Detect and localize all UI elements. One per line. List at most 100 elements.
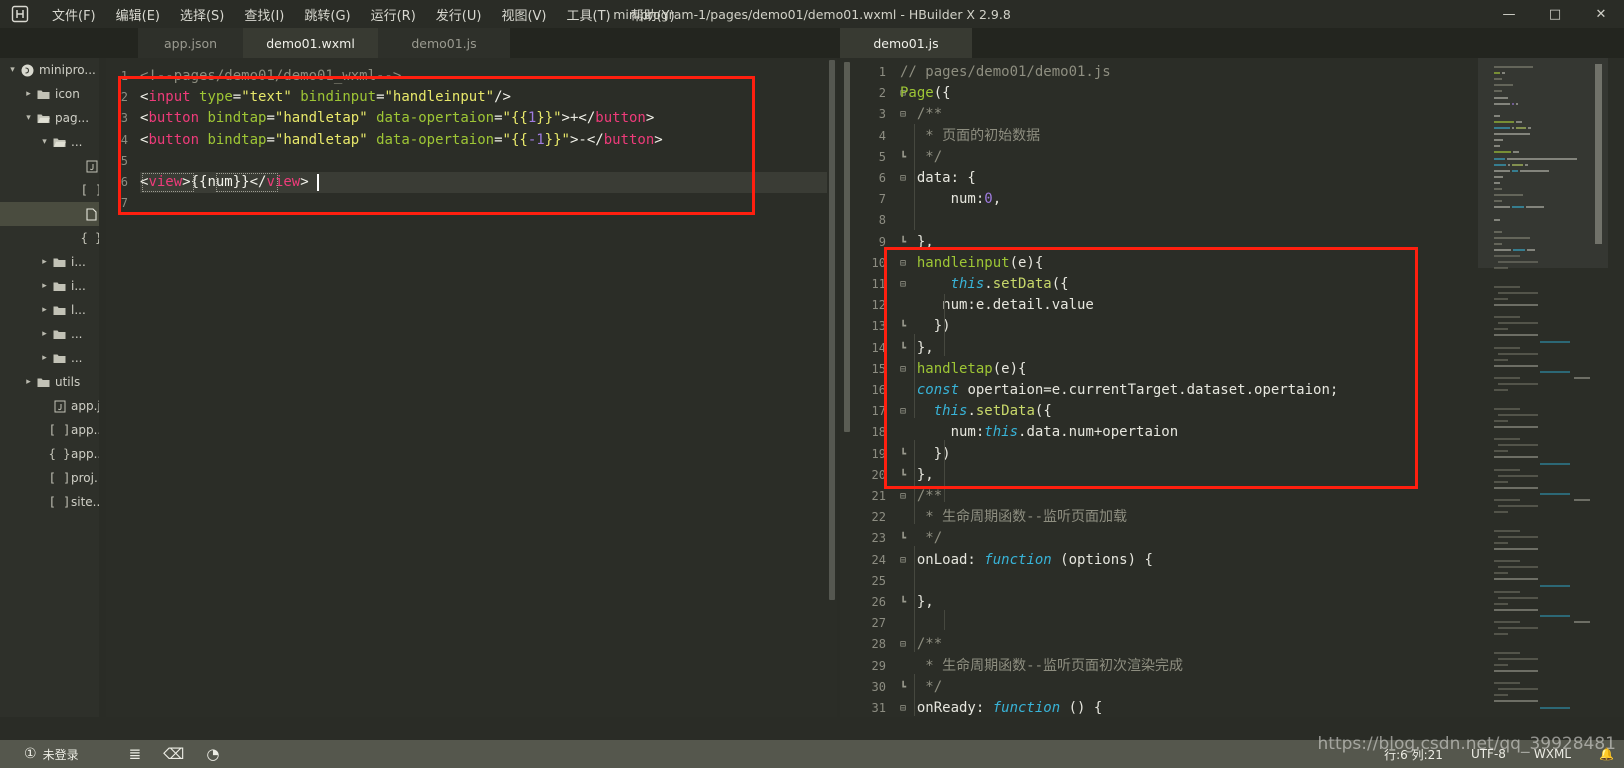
tree-item-app---[interactable]: [ ] app...: [0, 418, 106, 442]
tree-item----[interactable]: ▸...: [0, 322, 106, 346]
tree-item-file-6[interactable]: [0, 202, 106, 226]
tree-item-icon[interactable]: ▸ icon: [0, 82, 106, 106]
chevron-right-icon[interactable]: ▸: [22, 89, 35, 99]
menu-item-3[interactable]: 查找(I): [234, 1, 294, 28]
tree-item-i---[interactable]: ▸ i...: [0, 250, 106, 274]
tree-item-i---[interactable]: ▸ i...: [0, 274, 106, 298]
code-token: =: [376, 89, 385, 106]
code-token: 0: [984, 191, 993, 208]
scrollbar-right[interactable]: [842, 58, 852, 717]
minimap-scrollbar[interactable]: [1595, 64, 1602, 244]
tree-item-app---[interactable]: { } app...: [0, 442, 106, 466]
line-number: 18: [871, 425, 886, 440]
menu-bar[interactable]: 文件(F) 编辑(E) 选择(S) 查找(I) 跳转(G) 运行(R) 发行(U) 视图(V)…: [42, 1, 685, 28]
line-number: 11: [871, 277, 886, 291]
code-line[interactable]: <!--pages/demo01/demo01_wxml-->: [140, 66, 833, 87]
minimap[interactable]: [1478, 58, 1608, 717]
tree-item----[interactable]: ▾...: [0, 130, 106, 154]
account-status[interactable]: ① 未登录: [24, 746, 79, 763]
browser-icon[interactable]: ◔: [206, 745, 219, 763]
minimap-viewport[interactable]: [1478, 58, 1608, 268]
minimap-line: [1494, 358, 1508, 361]
scrollbar-left[interactable]: [827, 58, 837, 717]
maximize-button[interactable]: □: [1532, 0, 1578, 28]
line-number: 4: [120, 132, 128, 147]
minimap-line: [1498, 322, 1538, 325]
menu-item-9[interactable]: 帮助(Y): [621, 1, 685, 28]
code-token: </: [586, 131, 604, 148]
line-number: 4: [878, 128, 886, 143]
tree-item-site---[interactable]: [ ] site...: [0, 490, 106, 514]
code-token: }}": [544, 131, 570, 148]
tree-item-app-js[interactable]: app.js: [0, 394, 106, 418]
tree-item-minipro---[interactable]: ▾ minipro...: [0, 58, 106, 82]
code-line[interactable]: [140, 193, 833, 214]
minimap-line: [1494, 486, 1538, 489]
tree-item-utils[interactable]: ▸ utils: [0, 370, 106, 394]
code-token: =: [494, 110, 503, 127]
folder-icon: [51, 353, 68, 364]
minimize-button[interactable]: —: [1486, 0, 1532, 28]
chevron-right-icon[interactable]: ▸: [38, 329, 51, 339]
chevron-down-icon[interactable]: ▾: [6, 65, 19, 75]
menu-item-0[interactable]: 文件(F): [42, 1, 106, 28]
code-token: /**: [900, 636, 943, 653]
code-wxml[interactable]: <!--pages/demo01/demo01_wxml--> <input ty…: [140, 58, 833, 717]
language-indicator[interactable]: WXML: [1534, 747, 1571, 761]
code-token: this: [984, 424, 1019, 441]
menu-item-2[interactable]: 选择(S): [170, 1, 234, 28]
close-button[interactable]: ✕: [1578, 0, 1624, 28]
line-number: 12: [871, 298, 886, 313]
code-token: opertaion=e.currentTarget.dataset.operta…: [959, 382, 1339, 398]
scrollbar-right-thumb[interactable]: [844, 62, 850, 432]
editor-wxml[interactable]: 1234567 <!--pages/demo01/demo01_wxml--> <…: [106, 58, 833, 717]
code-token: =: [266, 110, 275, 127]
tab-left-demo01-wxml[interactable]: demo01.wxml: [243, 28, 378, 58]
editor-js[interactable]: 1 2 ⊟ 3 ⊟ 4 5 ┗ 6 ⊟ 7 8 9 ┗ 10 ⊟ 11 ⊟ 12 13 ┗ 14 ┗ 15 ⊟ 16 17 ⊟ 18 19…: [840, 58, 1624, 717]
tab-right-demo01-js[interactable]: demo01.js: [840, 28, 972, 58]
menu-item-5[interactable]: 运行(R): [361, 1, 426, 28]
indent-guide: [914, 334, 915, 418]
tree-item-file-5[interactable]: [ ]: [0, 178, 106, 202]
chevron-down-icon[interactable]: ▾: [22, 113, 35, 123]
menu-item-4[interactable]: 跳转(G): [294, 1, 360, 28]
code-line[interactable]: <button bindtap="handletap" data-opertai…: [140, 130, 833, 151]
tree-item-pag---[interactable]: ▾ pag...: [0, 106, 106, 130]
tree-item-file-4[interactable]: [0, 154, 106, 178]
chevron-right-icon[interactable]: ▸: [38, 281, 51, 291]
menu-item-1[interactable]: 编辑(E): [106, 1, 170, 28]
tree-item-label: i...: [71, 279, 86, 293]
outline-icon[interactable]: ≣: [129, 745, 142, 763]
code-line[interactable]: <button bindtap="handletap" data-opertai…: [140, 108, 833, 129]
chevron-right-icon[interactable]: ▸: [38, 353, 51, 363]
tab-left-app-json[interactable]: app.json: [138, 28, 243, 58]
tree-item-l---[interactable]: ▸ l...: [0, 298, 106, 322]
menu-item-6[interactable]: 发行(U): [426, 1, 492, 28]
code-token: ({: [1034, 403, 1052, 420]
code-line[interactable]: [140, 151, 833, 172]
project-explorer[interactable]: ▾ minipro... ▸ icon ▾ pag... ▾... [ ] { } ▸ i... ▸ i…: [0, 58, 106, 717]
menu-item-8[interactable]: 工具(T): [557, 1, 621, 28]
code-token: bindinput: [300, 89, 377, 106]
line-number: 7: [878, 192, 886, 207]
encoding-indicator[interactable]: UTF-8: [1471, 747, 1506, 761]
chevron-right-icon[interactable]: ▸: [38, 305, 51, 315]
tree-item-proj---[interactable]: [ ] proj...: [0, 466, 106, 490]
chevron-right-icon[interactable]: ▸: [38, 257, 51, 267]
minimap-line: [1498, 596, 1538, 599]
menu-item-7[interactable]: 视图(V): [491, 1, 556, 28]
scrollbar-left-thumb[interactable]: [829, 60, 835, 600]
code-token: }): [900, 318, 951, 335]
chevron-down-icon[interactable]: ▾: [38, 137, 51, 147]
chevron-right-icon[interactable]: ▸: [22, 377, 35, 387]
cursor-position[interactable]: 行:6 列:21: [1384, 746, 1443, 763]
json-file-icon: [ ]: [48, 471, 71, 485]
tab-left-demo01-js[interactable]: demo01.js: [378, 28, 510, 58]
bell-icon[interactable]: 🔔: [1599, 747, 1614, 761]
code-line[interactable]: <input type="text" bindinput="handleinpu…: [140, 87, 833, 108]
terminal-icon[interactable]: ⌫: [163, 745, 184, 763]
minimap-line: [1498, 657, 1538, 660]
tree-item----[interactable]: ▸...: [0, 346, 106, 370]
tree-item-file-7[interactable]: { }: [0, 226, 106, 250]
